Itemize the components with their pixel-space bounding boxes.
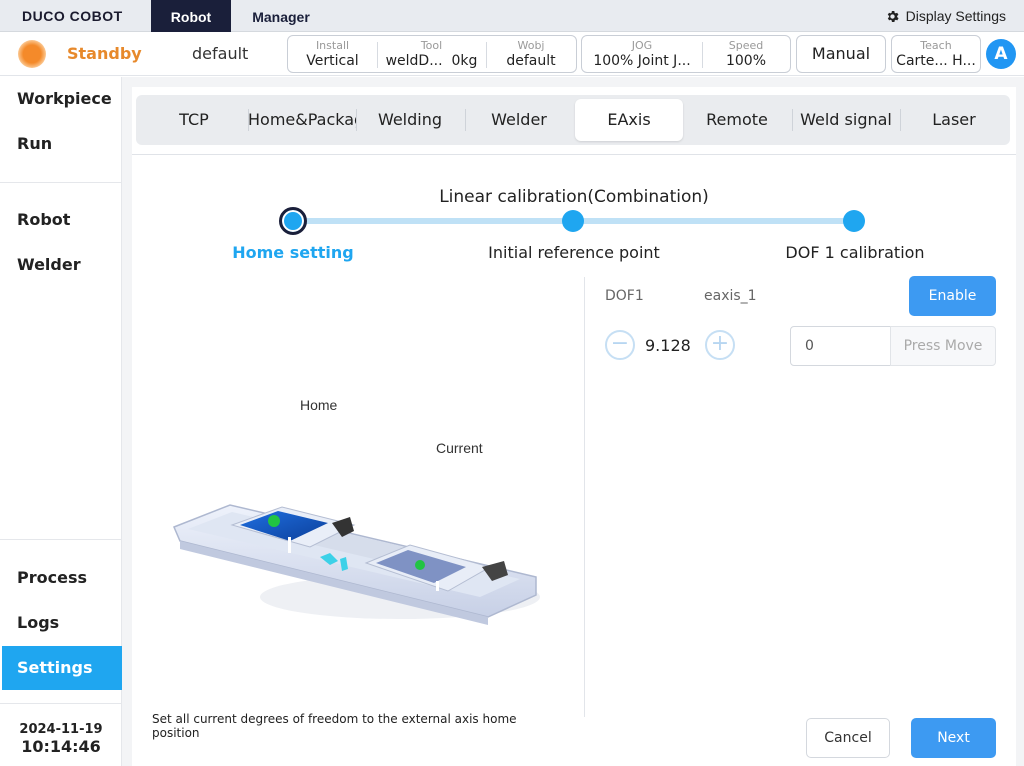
avatar[interactable]: A — [986, 39, 1016, 69]
jog-label: JOG — [631, 39, 653, 52]
tab-remote[interactable]: Remote — [683, 99, 791, 141]
tool-value: weldD... 0kg — [377, 52, 486, 70]
app-logo: DUCO COBOT — [22, 8, 123, 24]
sidebar-item-settings[interactable]: Settings — [2, 646, 122, 690]
project-name[interactable]: default — [192, 44, 248, 63]
step-1-label: Home setting — [232, 243, 354, 262]
tool-weight: 0kg — [451, 53, 478, 69]
sidebar-item-logs[interactable]: Logs — [2, 601, 122, 645]
teach-value: Carte... H... — [896, 53, 976, 69]
wobj-label: Wobj — [517, 39, 545, 52]
cancel-button[interactable]: Cancel — [806, 718, 890, 758]
plus-icon[interactable]: + — [705, 330, 735, 360]
step-2-indicator — [562, 210, 584, 232]
step-2-label: Initial reference point — [488, 243, 660, 262]
next-button[interactable]: Next — [911, 718, 996, 758]
robot-state: Standby — [67, 44, 142, 63]
install-label: Install — [315, 39, 350, 52]
jog-cell: JOG 100% Joint J... — [582, 36, 702, 72]
linear-axis-drawing — [173, 504, 540, 625]
teach-box[interactable]: Teach Carte... H... — [891, 35, 981, 73]
date-display: 2024-11-19 — [19, 722, 103, 737]
tool-label: Tool — [420, 39, 443, 52]
install-cell: Install Vertical — [288, 36, 377, 72]
tab-eaxis[interactable]: EAxis — [575, 99, 683, 141]
home-label: Home — [300, 397, 338, 413]
teach-label: Teach — [920, 39, 952, 52]
top-bar: DUCO COBOT Robot Manager Display Setting… — [0, 0, 1024, 32]
main-area: TCP Home&Package Welding Welder EAxis Re… — [122, 77, 1024, 766]
sidebar-item-run[interactable]: Run — [2, 122, 122, 166]
dof-value: 9.128 — [645, 336, 691, 355]
tab-welder[interactable]: Welder — [465, 99, 573, 141]
tab-weld-signal[interactable]: Weld signal — [792, 99, 900, 141]
jog-value: 100% Joint J... — [593, 53, 691, 69]
display-settings-button[interactable]: Display Settings — [885, 8, 1006, 24]
time-display: 10:14:46 — [21, 737, 101, 756]
minus-icon[interactable]: − — [605, 330, 635, 360]
settings-panel: TCP Home&Package Welding Welder EAxis Re… — [132, 87, 1016, 766]
install-value: Vertical — [306, 53, 359, 69]
sidebar: Workpiece Run Robot Welder Process Logs … — [0, 77, 122, 766]
sidebar-divider — [0, 539, 122, 540]
sidebar-divider — [0, 703, 122, 704]
sidebar-item-welder[interactable]: Welder — [2, 243, 122, 287]
step-connector — [574, 218, 855, 224]
teach-cell: Teach Carte... H... — [892, 36, 980, 72]
display-settings-label: Display Settings — [905, 8, 1006, 24]
jog-speed-box[interactable]: JOG 100% Joint J... Speed 100% — [581, 35, 791, 73]
manual-mode-button[interactable]: Manual — [796, 35, 886, 73]
tab-laser[interactable]: Laser — [900, 99, 1008, 141]
install-tool-wobj-box[interactable]: Install Vertical Tool weldD... 0kg Wobj … — [287, 35, 577, 73]
speed-value: 100% — [725, 53, 767, 69]
tab-welding[interactable]: Welding — [356, 99, 464, 141]
speed-cell: Speed 100% — [702, 36, 790, 72]
step-1-indicator — [279, 207, 307, 235]
sidebar-item-process[interactable]: Process — [2, 556, 122, 600]
current-label: Current — [436, 440, 483, 456]
sidebar-divider — [0, 182, 122, 183]
speed-label: Speed — [728, 39, 764, 52]
tab-home-package[interactable]: Home&Package — [248, 99, 356, 141]
calibration-title: Linear calibration(Combination) — [439, 187, 709, 207]
dof-label: DOF1 — [605, 288, 644, 304]
linear-axis-illustration: Home Current — [170, 397, 550, 637]
tab-manager[interactable]: Manager — [231, 0, 331, 32]
tab-robot[interactable]: Robot — [151, 0, 231, 32]
step-3-indicator — [843, 210, 865, 232]
step-connector — [293, 218, 574, 224]
sidebar-item-robot[interactable]: Robot — [2, 198, 122, 242]
move-target-input[interactable] — [790, 326, 891, 366]
gear-icon — [887, 10, 899, 22]
status-bar: Standby default Install Vertical Tool we… — [0, 32, 1024, 76]
content-divider — [584, 277, 585, 717]
axis-name: eaxis_1 — [704, 288, 757, 304]
sidebar-item-workpiece[interactable]: Workpiece — [2, 77, 122, 121]
step-3-label: DOF 1 calibration — [785, 243, 925, 262]
press-move-button[interactable]: Press Move — [890, 326, 996, 366]
wobj-cell: Wobj default — [486, 36, 576, 72]
wobj-value: default — [506, 53, 556, 69]
status-indicator — [18, 40, 46, 68]
tab-divider — [132, 154, 1016, 155]
instruction-text: Set all current degrees of freedom to th… — [152, 712, 517, 740]
tool-cell: Tool weldD... 0kg — [377, 36, 486, 72]
enable-button[interactable]: Enable — [909, 276, 996, 316]
tab-tcp[interactable]: TCP — [140, 99, 248, 141]
tool-name: weldD... — [385, 53, 443, 69]
settings-tabbar: TCP Home&Package Welding Welder EAxis Re… — [136, 95, 1010, 145]
